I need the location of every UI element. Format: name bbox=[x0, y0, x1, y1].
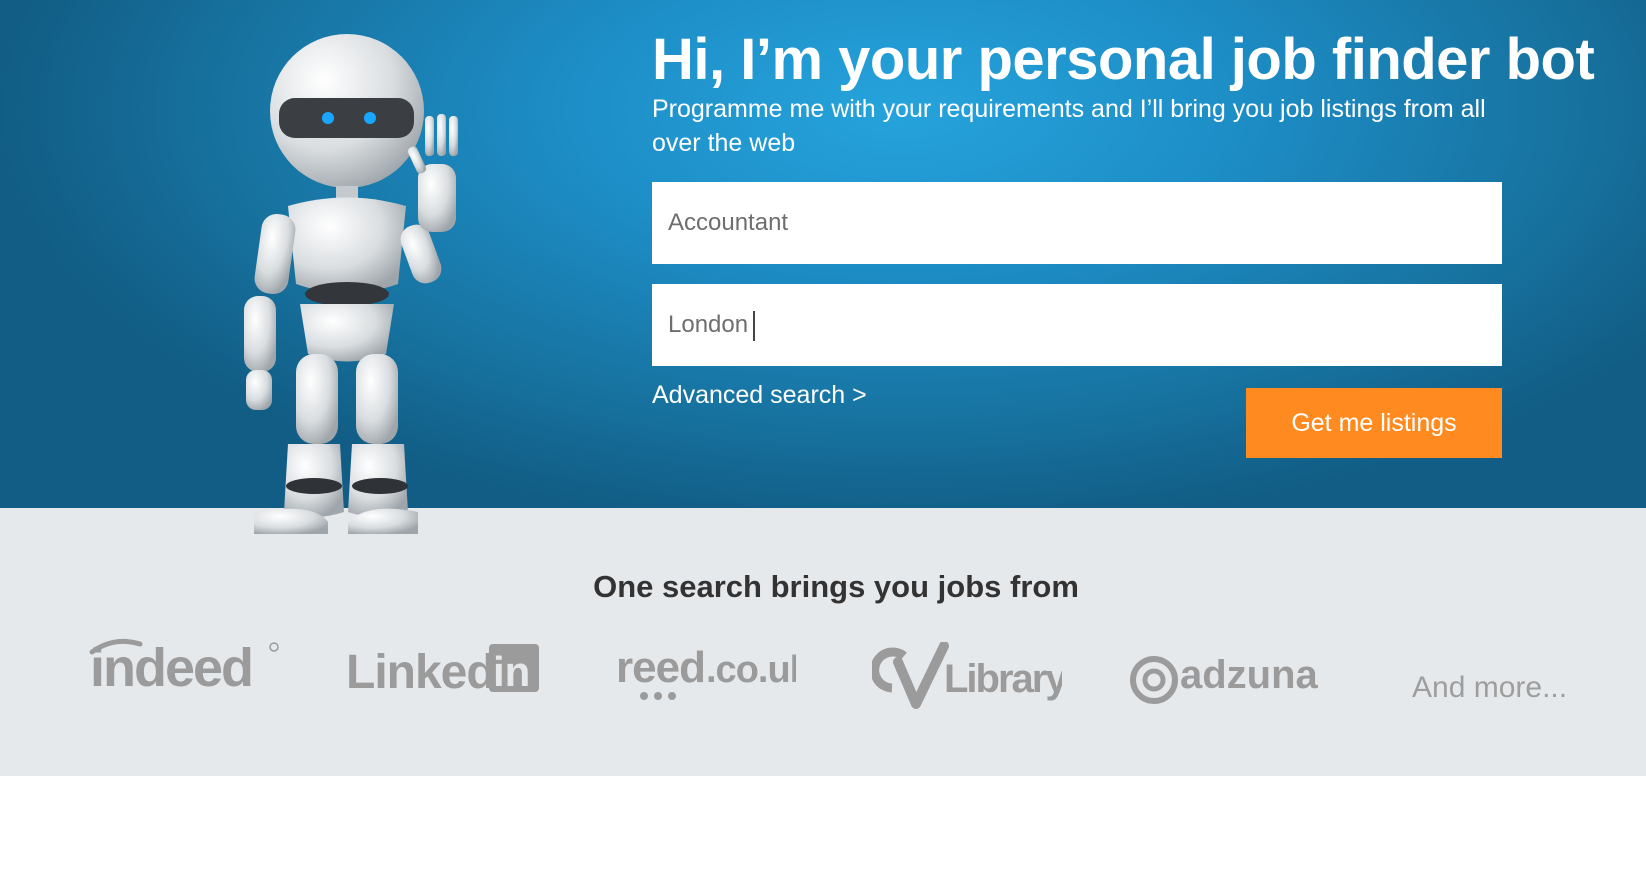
adzuna-logo: adzuna bbox=[1128, 642, 1328, 708]
text-cursor bbox=[753, 311, 755, 341]
reed-wordmark: reed bbox=[616, 643, 705, 692]
indeed-wordmark: indeed bbox=[90, 638, 252, 694]
job-title-input[interactable] bbox=[652, 182, 1502, 264]
hero-subtitle: Programme me with your requirements and … bbox=[652, 95, 1486, 157]
get-listings-button[interactable]: Get me listings bbox=[1246, 388, 1502, 458]
reed-domain: .co.uk bbox=[706, 649, 796, 691]
cv-library-logo: Library bbox=[870, 641, 1070, 716]
linkedin-box-text: in bbox=[493, 648, 530, 695]
partners-heading: One search brings you jobs from bbox=[593, 569, 1079, 604]
indeed-logo: indeed bbox=[86, 634, 286, 698]
robot-mascot-illustration bbox=[244, 34, 458, 534]
reed-logo: reed .co.uk bbox=[616, 640, 813, 704]
linkedin-wordmark: Linked bbox=[346, 646, 495, 696]
adzuna-wordmark: adzuna bbox=[1180, 653, 1319, 697]
and-more-label: And more... bbox=[1412, 671, 1568, 704]
cv-library-wordmark: Library bbox=[944, 657, 1062, 701]
hero-title: Hi, I’m your personal job finder bot bbox=[652, 27, 1595, 92]
linkedin-logo: Linked in bbox=[346, 642, 546, 699]
location-input[interactable] bbox=[652, 284, 1502, 366]
advanced-search-link[interactable]: Advanced search > bbox=[652, 381, 867, 410]
